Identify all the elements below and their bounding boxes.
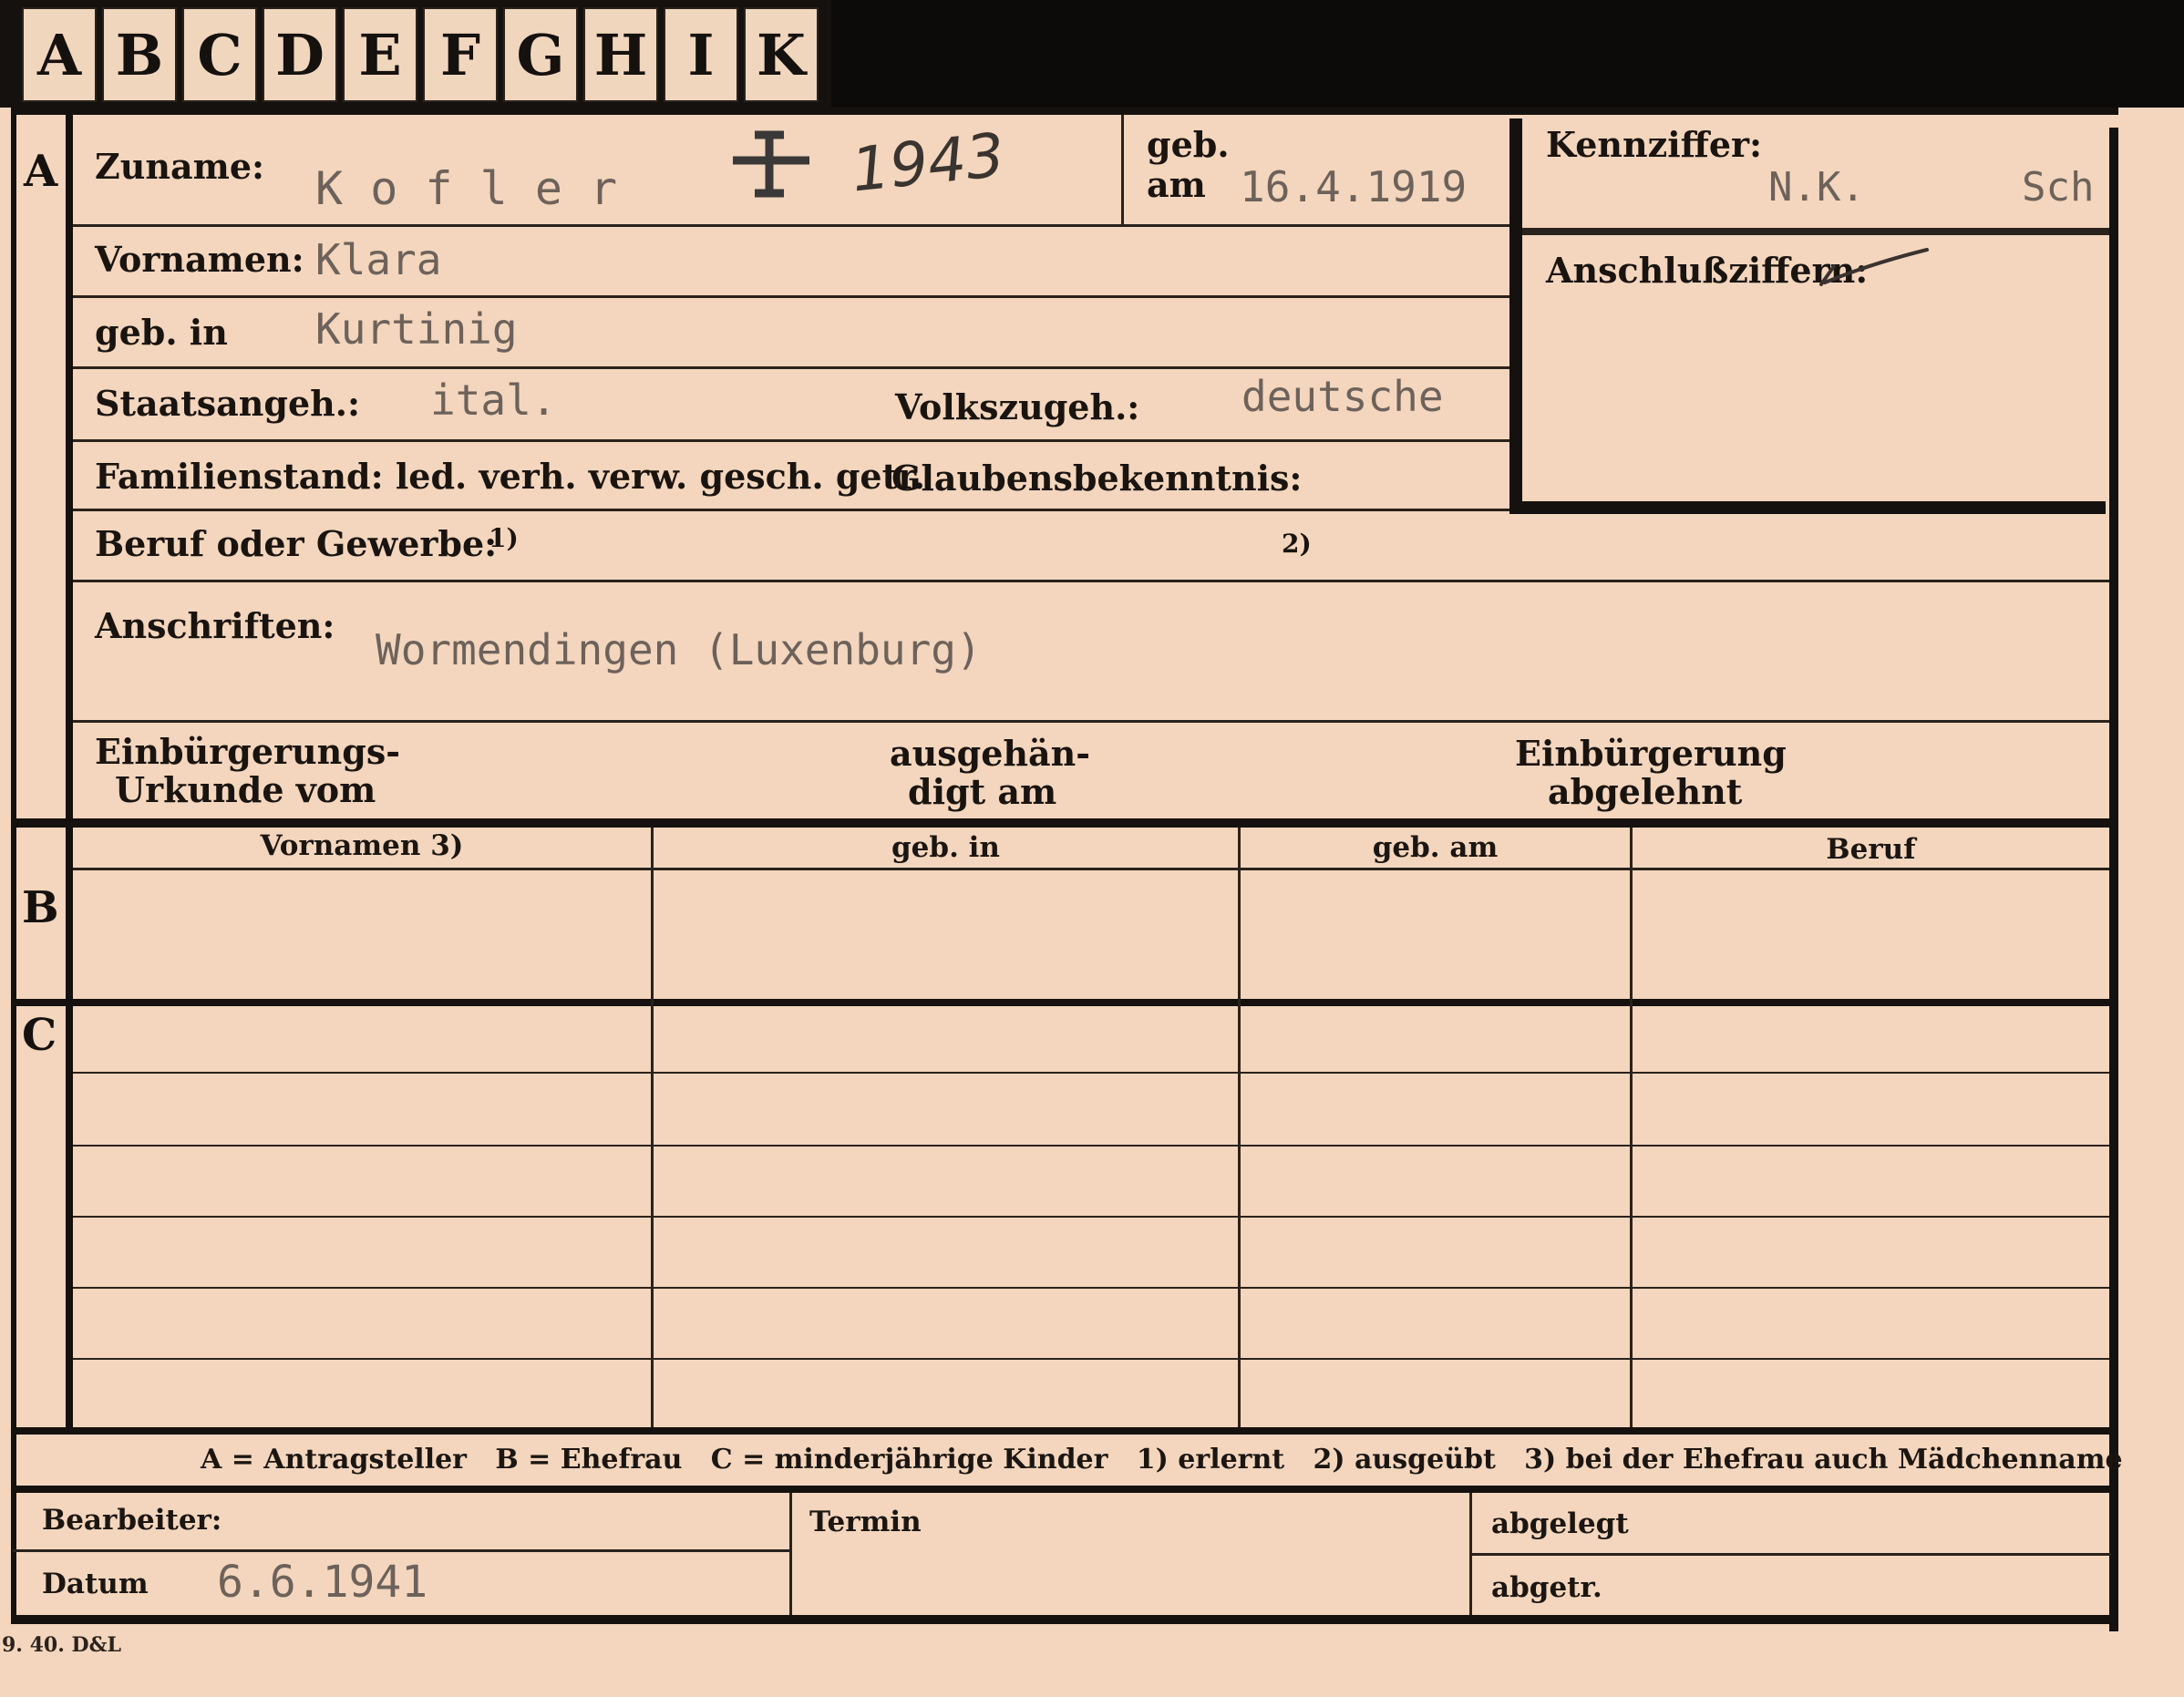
- beruf-label: Beruf oder Gewerbe:: [95, 523, 498, 564]
- volkszugeh-label: Volkszugeh.:: [895, 386, 1140, 427]
- kennziffer-label: Kennziffer:: [1546, 124, 1763, 165]
- table-bottom-border: [13, 1427, 2111, 1435]
- bearbeiter-label: Bearbeiter:: [42, 1504, 222, 1537]
- anschriften-value: Wormendingen (Luxenburg): [376, 625, 982, 674]
- tab-a[interactable]: A: [22, 7, 97, 102]
- row-line-familien: [73, 509, 1509, 511]
- kennziffer-box-bottom: [1509, 501, 2106, 514]
- tab-g[interactable]: G: [503, 7, 578, 102]
- table-header-line: [73, 868, 2109, 870]
- death-year-note: 1943: [848, 119, 1008, 206]
- c-row-line-2: [73, 1145, 2109, 1147]
- legend-bottom-border: [13, 1486, 2111, 1493]
- check-mark-icon: [1819, 248, 1929, 286]
- geb-am-value: 16.4.1919: [1240, 162, 1468, 211]
- section-c-letter: C: [22, 1010, 57, 1061]
- familienstand-label: Familienstand: led. verh. verw. gesch. g…: [95, 456, 925, 497]
- ausgehaendigt-label-2: digt am: [908, 771, 1057, 812]
- kennziffer-divider: [1522, 228, 2109, 235]
- tab-b[interactable]: B: [102, 7, 177, 102]
- kennziffer-value: N.K.: [1768, 164, 1865, 211]
- table-header-beruf: Beruf: [1826, 833, 1916, 866]
- row-line-vornamen: [73, 295, 1509, 298]
- am-label: am: [1147, 164, 1206, 205]
- tab-e[interactable]: E: [343, 7, 417, 102]
- tab-f[interactable]: F: [423, 7, 498, 102]
- outer-right-border: [2109, 128, 2118, 1631]
- geb-label: geb.: [1147, 124, 1230, 165]
- kennziffer-value-2: Sch: [2022, 164, 2095, 211]
- datum-value: 6.6.1941: [217, 1557, 428, 1608]
- beruf-note-2: 2): [1282, 529, 1312, 559]
- row-line-beruf: [73, 580, 2109, 582]
- table-top-border: [13, 818, 2111, 828]
- table-col-divider-1: [651, 828, 654, 1429]
- footer-line-left: [13, 1549, 789, 1552]
- zuname-value: K o f l e r: [315, 162, 618, 215]
- termin-label: Termin: [809, 1506, 922, 1538]
- section-bc-divider: [13, 999, 2111, 1006]
- abgetr-label: abgetr.: [1491, 1571, 1602, 1604]
- tab-k[interactable]: K: [744, 7, 819, 102]
- einbuergerung-abgelehnt-label-1: Einbürgerung: [1515, 733, 1787, 774]
- vornamen-label: Vornamen:: [95, 239, 304, 280]
- legend: A = Antragsteller B = Ehefrau C = minder…: [201, 1444, 2123, 1476]
- table-header-geb-in: geb. in: [891, 831, 1000, 864]
- row-line-staats: [73, 439, 1509, 442]
- staatsangeh-value: ital.: [430, 375, 557, 425]
- c-row-line-4: [73, 1287, 2109, 1289]
- geb-in-value: Kurtinig: [315, 304, 518, 354]
- tab-c[interactable]: C: [182, 7, 257, 102]
- section-letter-divider: [66, 108, 73, 1429]
- c-row-line-5: [73, 1358, 2109, 1360]
- section-b-letter: B: [22, 882, 59, 933]
- row-line-gebin: [73, 366, 1509, 369]
- footer-line-right: [1472, 1553, 2111, 1556]
- tab-d[interactable]: D: [263, 7, 337, 102]
- table-col-divider-2: [1238, 828, 1241, 1429]
- outer-left-border: [11, 108, 16, 1620]
- beruf-note-1: 1): [489, 523, 519, 553]
- row-line-anschriften: [73, 720, 2109, 723]
- footer-divider-1: [789, 1493, 792, 1615]
- table-header-vornamen: Vornamen 3): [260, 829, 464, 862]
- section-a-letter: A: [24, 146, 58, 197]
- geb-am-divider: [1121, 115, 1124, 224]
- print-code: 9. 40. D&L: [2, 1633, 121, 1657]
- volkszugeh-value: deutsche: [1241, 372, 1444, 421]
- ausgehaendigt-label-1: ausgehän-: [890, 733, 1091, 774]
- death-cross-icon: [733, 130, 809, 198]
- table-header-geb-am: geb. am: [1372, 831, 1499, 864]
- abgelegt-label: abgelegt: [1491, 1507, 1629, 1540]
- top-band-right: [831, 0, 2184, 108]
- tab-i[interactable]: I: [664, 7, 738, 102]
- geb-in-label: geb. in: [95, 312, 228, 353]
- kennziffer-box-left: [1509, 118, 1522, 512]
- c-row-line-1: [73, 1072, 2109, 1074]
- table-col-divider-3: [1630, 828, 1633, 1429]
- anschriften-label: Anschriften:: [95, 605, 335, 646]
- outer-top-border: [13, 108, 2118, 115]
- einbuergerung-abgelehnt-label-2: abgelehnt: [1548, 771, 1743, 812]
- tab-h[interactable]: H: [583, 7, 658, 102]
- datum-label: Datum: [42, 1568, 149, 1600]
- einbuergerungsurkunde-label-2: Urkunde vom: [115, 769, 376, 810]
- row-line-zuname: [73, 224, 1509, 227]
- zuname-label: Zuname:: [95, 146, 265, 187]
- glaubensbekenntnis-label: Glaubensbekenntnis:: [891, 458, 1303, 499]
- c-row-line-3: [73, 1216, 2109, 1218]
- staatsangeh-label: Staatsangeh.:: [95, 383, 361, 424]
- outer-bottom-border: [11, 1615, 2117, 1624]
- einbuergerungsurkunde-label-1: Einbürgerungs-: [95, 731, 401, 772]
- vornamen-value: Klara: [315, 235, 442, 284]
